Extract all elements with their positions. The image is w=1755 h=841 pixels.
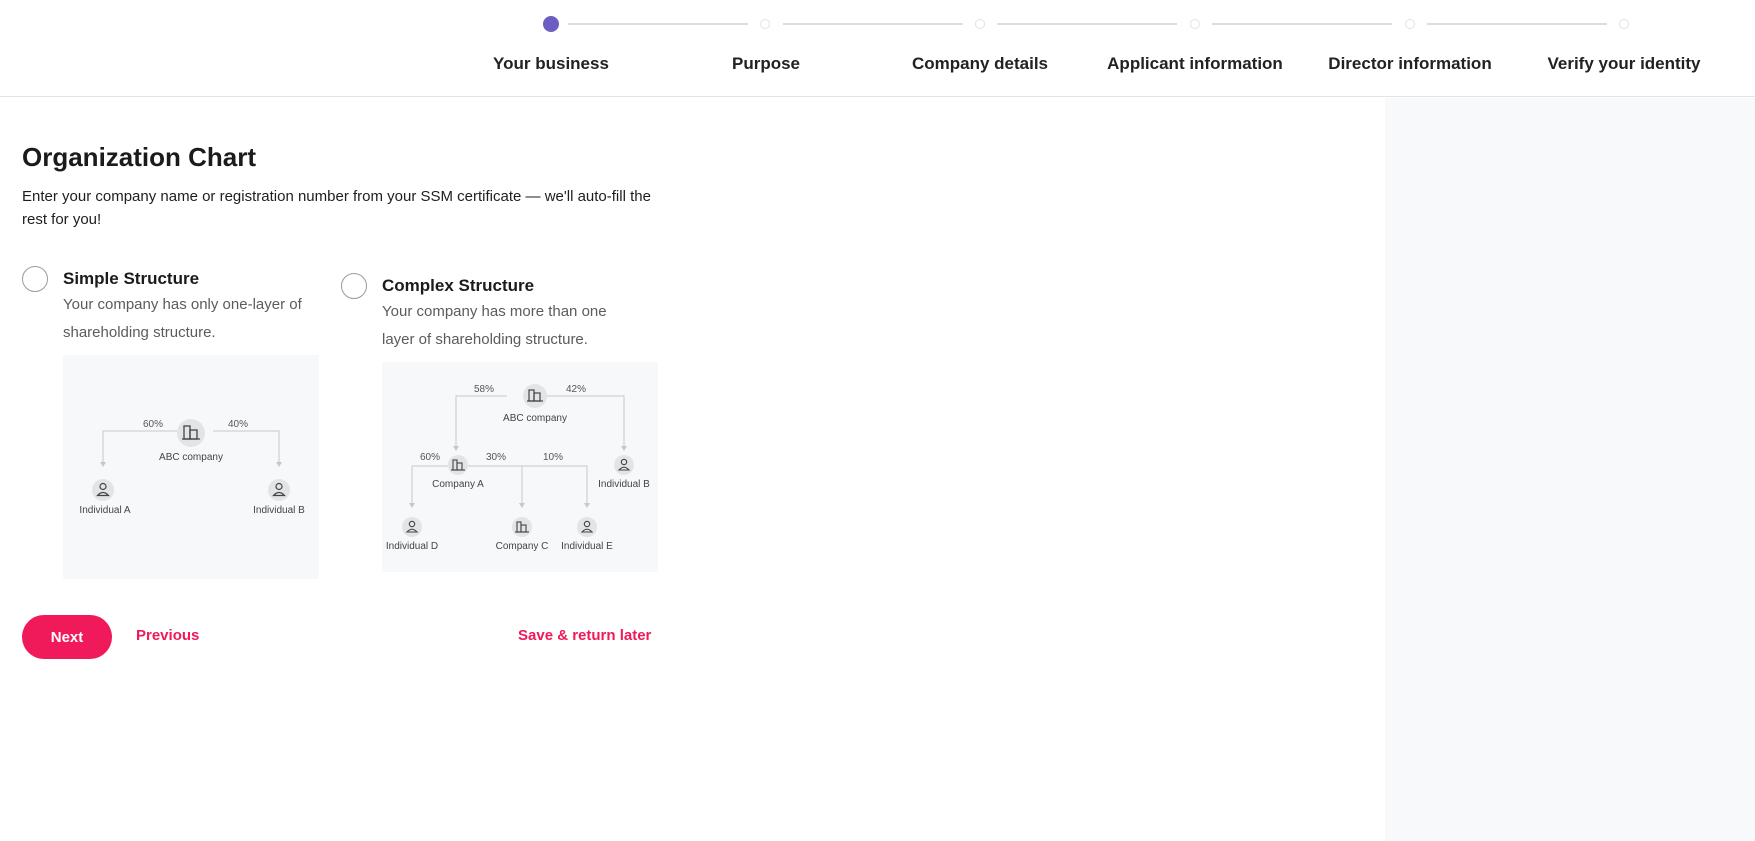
progress-stepper: Your business Purpose Company details Ap… [0,0,1755,97]
simple-structure-chart: 60% 40% ABC company Individual A Individ… [79,419,305,516]
simple-pct-left: 60% [143,419,163,430]
simple-individual-b-label: Individual B [253,505,305,516]
complex-structure-title[interactable]: Complex Structure [382,276,534,296]
complex-structure-chart: 58% 42% ABC company 60% 30% 10% Company … [386,384,650,552]
person-icon [268,479,290,501]
building-icon [512,517,532,537]
step-dot-applicant-information[interactable] [1190,19,1200,29]
step-connector [1427,23,1607,25]
step-connector [783,23,963,25]
right-side-panel [1385,98,1755,841]
complex-pct-42: 42% [566,384,586,395]
complex-structure-diagram: 58% 42% ABC company 60% 30% 10% Company … [382,362,658,572]
complex-pct-58: 58% [474,384,494,395]
step-dot-purpose[interactable] [760,19,770,29]
complex-structure-description: Your company has more than one layer of … [382,303,607,348]
page: Your business Purpose Company details Ap… [0,0,1755,841]
save-return-later-link[interactable]: Save & return later [518,627,651,644]
step-dot-director-information[interactable] [1405,19,1415,29]
simple-company-label: ABC company [159,452,223,463]
complex-structure-radio[interactable] [341,273,367,299]
complex-individual-e-label: Individual E [561,541,613,552]
step-dot-verify-identity[interactable] [1619,19,1629,29]
complex-pct-10: 10% [543,452,563,463]
step-label-company-details[interactable]: Company details [873,54,1087,74]
simple-individual-a-label: Individual A [79,505,130,516]
step-connector [568,23,748,25]
complex-company-label: ABC company [503,413,567,424]
step-connector [997,23,1177,25]
simple-pct-right: 40% [228,419,248,430]
step-label-verify-identity[interactable]: Verify your identity [1517,54,1731,74]
person-icon [577,517,597,537]
simple-structure-title[interactable]: Simple Structure [63,269,199,289]
step-label-applicant-information[interactable]: Applicant information [1088,54,1302,74]
previous-link[interactable]: Previous [136,627,199,644]
complex-company-c-label: Company C [496,541,549,552]
complex-individual-d-label: Individual D [386,541,438,552]
person-icon [402,517,422,537]
page-title: Organization Chart [22,142,257,172]
complex-pct-60: 60% [420,452,440,463]
simple-structure-radio[interactable] [22,266,48,292]
complex-pct-30: 30% [486,452,506,463]
building-icon [523,384,547,408]
step-dot-your-business[interactable] [543,16,559,32]
simple-structure-diagram: 60% 40% ABC company Individual A Individ… [63,355,319,579]
building-icon [448,455,468,475]
step-connector [1212,23,1392,25]
step-label-purpose[interactable]: Purpose [659,54,873,74]
complex-company-a-label: Company A [432,479,484,490]
person-icon [92,479,114,501]
person-icon [614,455,634,475]
step-label-your-business[interactable]: Your business [444,54,658,74]
page-subtitle: Enter your company name or registration … [22,188,651,228]
building-icon [177,419,205,447]
next-button[interactable]: Next [22,615,112,659]
step-dot-company-details[interactable] [975,19,985,29]
step-label-director-information[interactable]: Director information [1303,54,1517,74]
complex-individual-b-label: Individual B [598,479,650,490]
simple-structure-description: Your company has only one-layer of share… [63,296,302,341]
